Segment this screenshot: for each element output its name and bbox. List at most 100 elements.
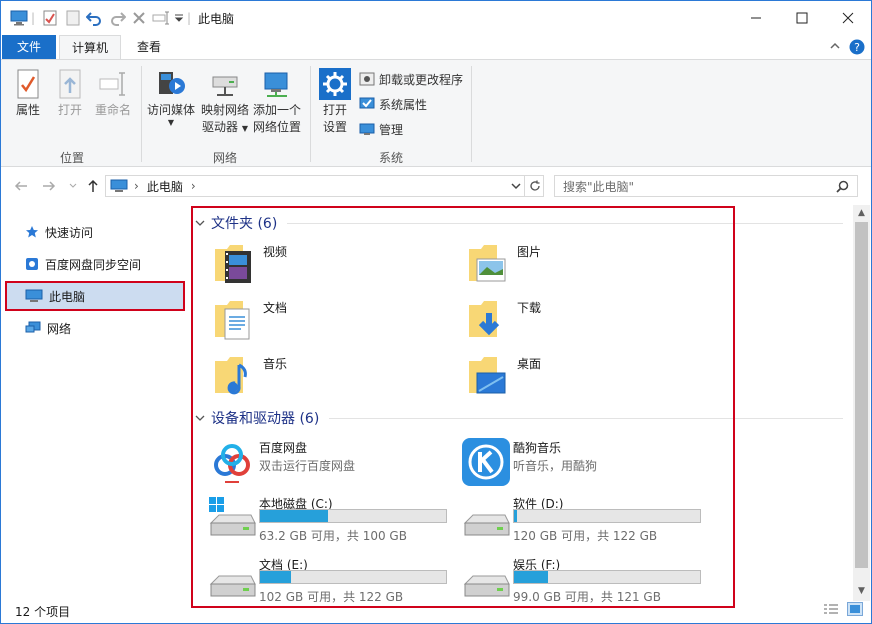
details-view-icon[interactable] — [823, 603, 839, 620]
device-item-baidu-netdisk[interactable]: 百度网盘 双击运行百度网盘 — [207, 437, 457, 489]
search-placeholder: 搜索"此电脑" — [563, 179, 635, 194]
nav-item-network[interactable]: 网络 — [7, 315, 183, 341]
ribbon-tabs: 文件 计算机 查看 ? — [1, 35, 871, 59]
open-settings-label-2: 设置 — [322, 120, 347, 134]
group-separator — [310, 66, 311, 162]
tab-view[interactable]: 查看 — [125, 35, 173, 59]
chevron-down-icon — [195, 220, 205, 226]
open-icon — [53, 66, 87, 102]
forward-button[interactable] — [41, 178, 57, 194]
baidu-netdisk-icon — [207, 437, 257, 487]
manage-button[interactable]: 管理 — [359, 118, 403, 140]
close-button[interactable] — [825, 1, 871, 35]
nav-item-label: 此电脑 — [49, 289, 86, 304]
search-input[interactable]: 搜索"此电脑" — [554, 175, 858, 197]
undo-icon[interactable] — [85, 9, 103, 27]
computer-icon — [25, 289, 43, 302]
folder-item-documents[interactable]: 文档 — [213, 297, 453, 349]
scroll-down-icon[interactable]: ▼ — [853, 583, 870, 599]
drive-usage-bar — [513, 509, 701, 523]
new-folder-qat-icon[interactable] — [65, 9, 81, 27]
scrollbar-thumb[interactable] — [855, 222, 868, 568]
properties-qat-icon[interactable] — [41, 9, 59, 27]
up-button[interactable] — [85, 178, 101, 194]
access-media-label: 访问媒体 — [146, 103, 195, 117]
network-icon — [25, 321, 41, 333]
add-location-label-2: 网络位置 — [252, 120, 301, 134]
folder-item-videos[interactable]: 视频 — [213, 241, 453, 293]
group-header-folders[interactable]: 文件夹 (6) — [195, 213, 277, 233]
large-icons-view-icon[interactable] — [847, 602, 863, 616]
map-network-drive-button[interactable]: 映射网络 驱动器 ▼ — [199, 66, 251, 137]
group-header-label: 设备和驱动器 (6) — [211, 411, 320, 427]
address-dropdown-icon[interactable] — [511, 180, 521, 194]
nav-item-baidu-sync[interactable]: 百度网盘同步空间 — [7, 251, 183, 277]
nav-item-quick-access[interactable]: 快速访问 — [7, 219, 183, 245]
recent-locations-button[interactable] — [65, 178, 81, 194]
system-properties-button[interactable]: 系统属性 — [359, 93, 427, 115]
rename-button[interactable]: 重命名 — [93, 66, 133, 119]
group-header-devices[interactable]: 设备和驱动器 (6) — [195, 408, 319, 428]
status-bar: 12 个项目 — [1, 599, 871, 623]
drive-usage-bar — [259, 570, 447, 584]
drive-item-d[interactable]: 软件 (D:) 120 GB 可用，共 122 GB — [461, 493, 711, 545]
folder-item-desktop[interactable]: 桌面 — [467, 353, 707, 405]
breadcrumb-chevron-icon[interactable]: › — [134, 179, 139, 193]
drive-icon — [461, 554, 511, 604]
map-drive-label-1: 映射网络 — [200, 103, 249, 117]
rename-label: 重命名 — [94, 103, 131, 117]
breadcrumb-chevron-icon[interactable]: › — [191, 179, 196, 193]
properties-button[interactable]: 属性 — [11, 66, 45, 119]
computer-icon[interactable] — [9, 9, 29, 27]
device-name: 酷狗音乐 — [513, 441, 562, 455]
music-folder-icon — [215, 357, 247, 395]
windows-drive-icon — [207, 493, 257, 543]
folder-item-music[interactable]: 音乐 — [213, 353, 453, 405]
navigation-bar: › 此电脑 › 搜索"此电脑" — [1, 171, 871, 201]
nav-item-this-pc[interactable]: 此电脑 — [5, 281, 185, 311]
nav-item-label: 网络 — [47, 321, 72, 336]
open-button[interactable]: 打开 — [53, 66, 87, 119]
breadcrumb-item[interactable]: 此电脑 — [147, 178, 183, 195]
drive-free-space: 120 GB 可用，共 122 GB — [513, 529, 658, 543]
back-button[interactable] — [13, 178, 29, 194]
folder-name: 下载 — [517, 301, 542, 315]
tab-file[interactable]: 文件 — [2, 35, 56, 59]
drive-item-c[interactable]: 本地磁盘 (C:) 63.2 GB 可用，共 100 GB — [207, 493, 457, 545]
tab-computer[interactable]: 计算机 — [59, 35, 121, 59]
refresh-icon — [529, 180, 540, 191]
open-settings-label-1: 打开 — [322, 103, 347, 117]
vertical-scrollbar[interactable]: ▲ ▼ — [853, 205, 870, 601]
maximize-button[interactable] — [779, 1, 825, 35]
group-location-label: 位置 — [59, 151, 84, 165]
uninstall-program-button[interactable]: 卸载或更改程序 — [359, 68, 463, 90]
refresh-button[interactable] — [524, 175, 544, 197]
drive-usage-fill — [514, 571, 548, 583]
collapse-ribbon-icon[interactable] — [829, 40, 841, 55]
minimize-button[interactable] — [733, 1, 779, 35]
redo-icon[interactable] — [109, 9, 127, 27]
open-settings-button[interactable]: 打开 设置 — [317, 66, 353, 136]
add-network-location-button[interactable]: 添加一个 网络位置 — [251, 66, 303, 136]
qat-dropdown-icon[interactable] — [173, 9, 185, 27]
address-bar[interactable]: › 此电脑 › — [105, 175, 544, 197]
folder-item-downloads[interactable]: 下载 — [467, 297, 707, 349]
help-icon[interactable]: ? — [849, 39, 865, 58]
group-divider — [287, 223, 843, 224]
access-media-button[interactable]: 访问媒体 ▼ — [145, 66, 197, 127]
delete-icon[interactable] — [131, 9, 147, 27]
documents-folder-icon — [215, 301, 250, 340]
group-system-label: 系统 — [378, 151, 403, 165]
scroll-up-icon[interactable]: ▲ — [853, 205, 870, 221]
network-drive-icon — [199, 66, 251, 102]
group-separator — [141, 66, 142, 162]
search-icon[interactable] — [836, 180, 849, 196]
group-separator — [471, 66, 472, 162]
nav-item-label: 快速访问 — [45, 225, 94, 240]
device-item-kugou[interactable]: 酷狗音乐 听音乐，用酷狗 — [461, 437, 711, 489]
dropdown-arrow-icon: ▼ — [167, 118, 175, 127]
folder-item-pictures[interactable]: 图片 — [467, 241, 707, 293]
properties-label: 属性 — [15, 103, 40, 117]
manage-label: 管理 — [379, 122, 404, 137]
rename-qat-icon[interactable] — [151, 9, 171, 27]
